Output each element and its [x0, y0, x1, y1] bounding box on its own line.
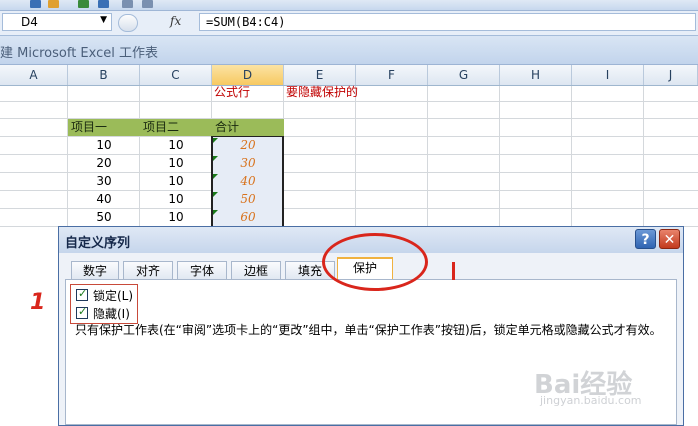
formula-bar: D4 ▼ fx =SUM(B4:C4) [0, 11, 698, 36]
table-row[interactable]: 50 [68, 209, 140, 226]
tab-font[interactable]: 字体 [177, 261, 227, 279]
column-header-a[interactable]: A [0, 65, 68, 85]
table-row[interactable]: 30 [68, 173, 140, 190]
quick-access-toolbar [0, 0, 698, 11]
formula-bar-handle[interactable] [118, 14, 138, 32]
error-indicator-icon[interactable] [213, 210, 218, 215]
protection-description: 只有保护工作表(在“审阅”选项卡上的“更改”组中，单击“保护工作表”按钮)后，锁… [75, 323, 662, 337]
workbook-title-bar: 建 Microsoft Excel 工作表 [0, 36, 698, 65]
annotation-mark-two: 1 [30, 290, 46, 315]
formula-text: =SUM(B4:C4) [206, 15, 286, 29]
save-icon[interactable] [30, 0, 41, 8]
borders-icon[interactable] [122, 0, 133, 8]
error-indicator-icon[interactable] [213, 174, 218, 179]
column-headers: A B C D E F G H I J [0, 65, 698, 86]
undo-icon[interactable] [78, 0, 89, 8]
column-header-c[interactable]: C [140, 65, 212, 85]
close-button[interactable]: ✕ [659, 229, 680, 249]
error-indicator-icon[interactable] [213, 192, 218, 197]
annotation-mark-one [452, 262, 455, 280]
table-row[interactable]: 10 [140, 209, 212, 226]
dialog-title: 自定义序列 [65, 236, 131, 251]
highlight-box [70, 284, 138, 324]
header-cell-d[interactable]: 合计 [212, 119, 284, 136]
table-row[interactable]: 10 [68, 137, 140, 154]
table-row[interactable]: 10 [140, 173, 212, 190]
error-indicator-icon[interactable] [213, 156, 218, 161]
total-cell[interactable]: 60 [212, 209, 284, 226]
column-header-g[interactable]: G [428, 65, 500, 85]
error-indicator-icon[interactable] [213, 138, 218, 143]
total-cell[interactable]: 30 [212, 155, 284, 172]
table-row[interactable]: 10 [140, 155, 212, 172]
watermark-url: jingyan.baidu.com [540, 394, 642, 407]
redo-icon[interactable] [98, 0, 109, 8]
chevron-down-icon[interactable]: ▼ [100, 15, 107, 25]
table-row[interactable]: 10 [140, 137, 212, 154]
formula-input[interactable]: =SUM(B4:C4) [199, 13, 696, 31]
cell-e1-note[interactable]: 要隐藏保护的 [286, 84, 406, 101]
highlight-circle [322, 233, 428, 291]
cell-d1-note[interactable]: 公式行 [214, 84, 284, 101]
column-header-d[interactable]: D [212, 65, 284, 85]
total-cell[interactable]: 20 [212, 137, 284, 154]
column-header-b[interactable]: B [68, 65, 140, 85]
table-row[interactable]: 20 [68, 155, 140, 172]
open-icon[interactable] [48, 0, 59, 8]
table-row[interactable]: 10 [140, 191, 212, 208]
column-header-h[interactable]: H [500, 65, 572, 85]
workbook-title: 建 Microsoft Excel 工作表 [0, 46, 158, 61]
insert-function-button[interactable]: fx [170, 14, 181, 28]
name-box-value: D4 [21, 15, 38, 29]
table-icon[interactable] [142, 0, 153, 8]
column-header-i[interactable]: I [572, 65, 644, 85]
column-header-j[interactable]: J [644, 65, 698, 85]
help-button[interactable]: ? [635, 229, 656, 249]
table-row[interactable]: 40 [68, 191, 140, 208]
name-box[interactable]: D4 ▼ [2, 13, 112, 31]
tab-number[interactable]: 数字 [71, 261, 119, 279]
column-header-f[interactable]: F [356, 65, 428, 85]
column-header-e[interactable]: E [284, 65, 356, 85]
total-cell[interactable]: 40 [212, 173, 284, 190]
tab-border[interactable]: 边框 [231, 261, 281, 279]
header-cell-b[interactable]: 项目一 [68, 119, 140, 136]
tab-alignment[interactable]: 对齐 [123, 261, 173, 279]
total-cell[interactable]: 50 [212, 191, 284, 208]
header-cell-c[interactable]: 项目二 [140, 119, 212, 136]
